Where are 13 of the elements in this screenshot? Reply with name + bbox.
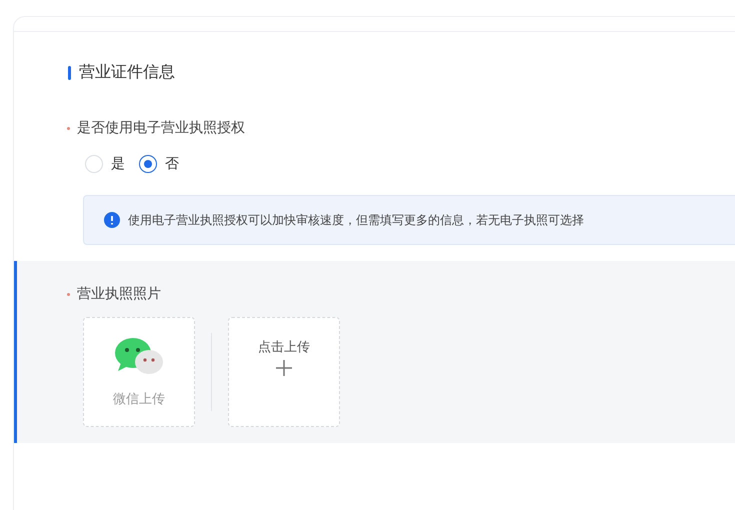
- accent-bar: [68, 66, 71, 80]
- notice-text: 使用电子营业执照授权可以加快审核速度，但需填写更多的信息，若无电子执照可选择: [128, 212, 584, 228]
- upload-label: 微信上传: [113, 391, 165, 408]
- field-label: 是否使用电子营业执照授权: [77, 119, 245, 137]
- chat-bubbles-icon: [113, 336, 165, 376]
- radio-option[interactable]: 否: [139, 155, 179, 173]
- upload-tile[interactable]: 点击上传: [228, 317, 340, 427]
- info-icon: [104, 212, 120, 228]
- plus-icon: [276, 360, 292, 376]
- radio-option[interactable]: 是: [85, 155, 125, 173]
- upload-label: 点击上传: [258, 339, 310, 356]
- field-label: 营业执照照片: [77, 285, 161, 303]
- section-title: 营业证件信息: [79, 62, 175, 83]
